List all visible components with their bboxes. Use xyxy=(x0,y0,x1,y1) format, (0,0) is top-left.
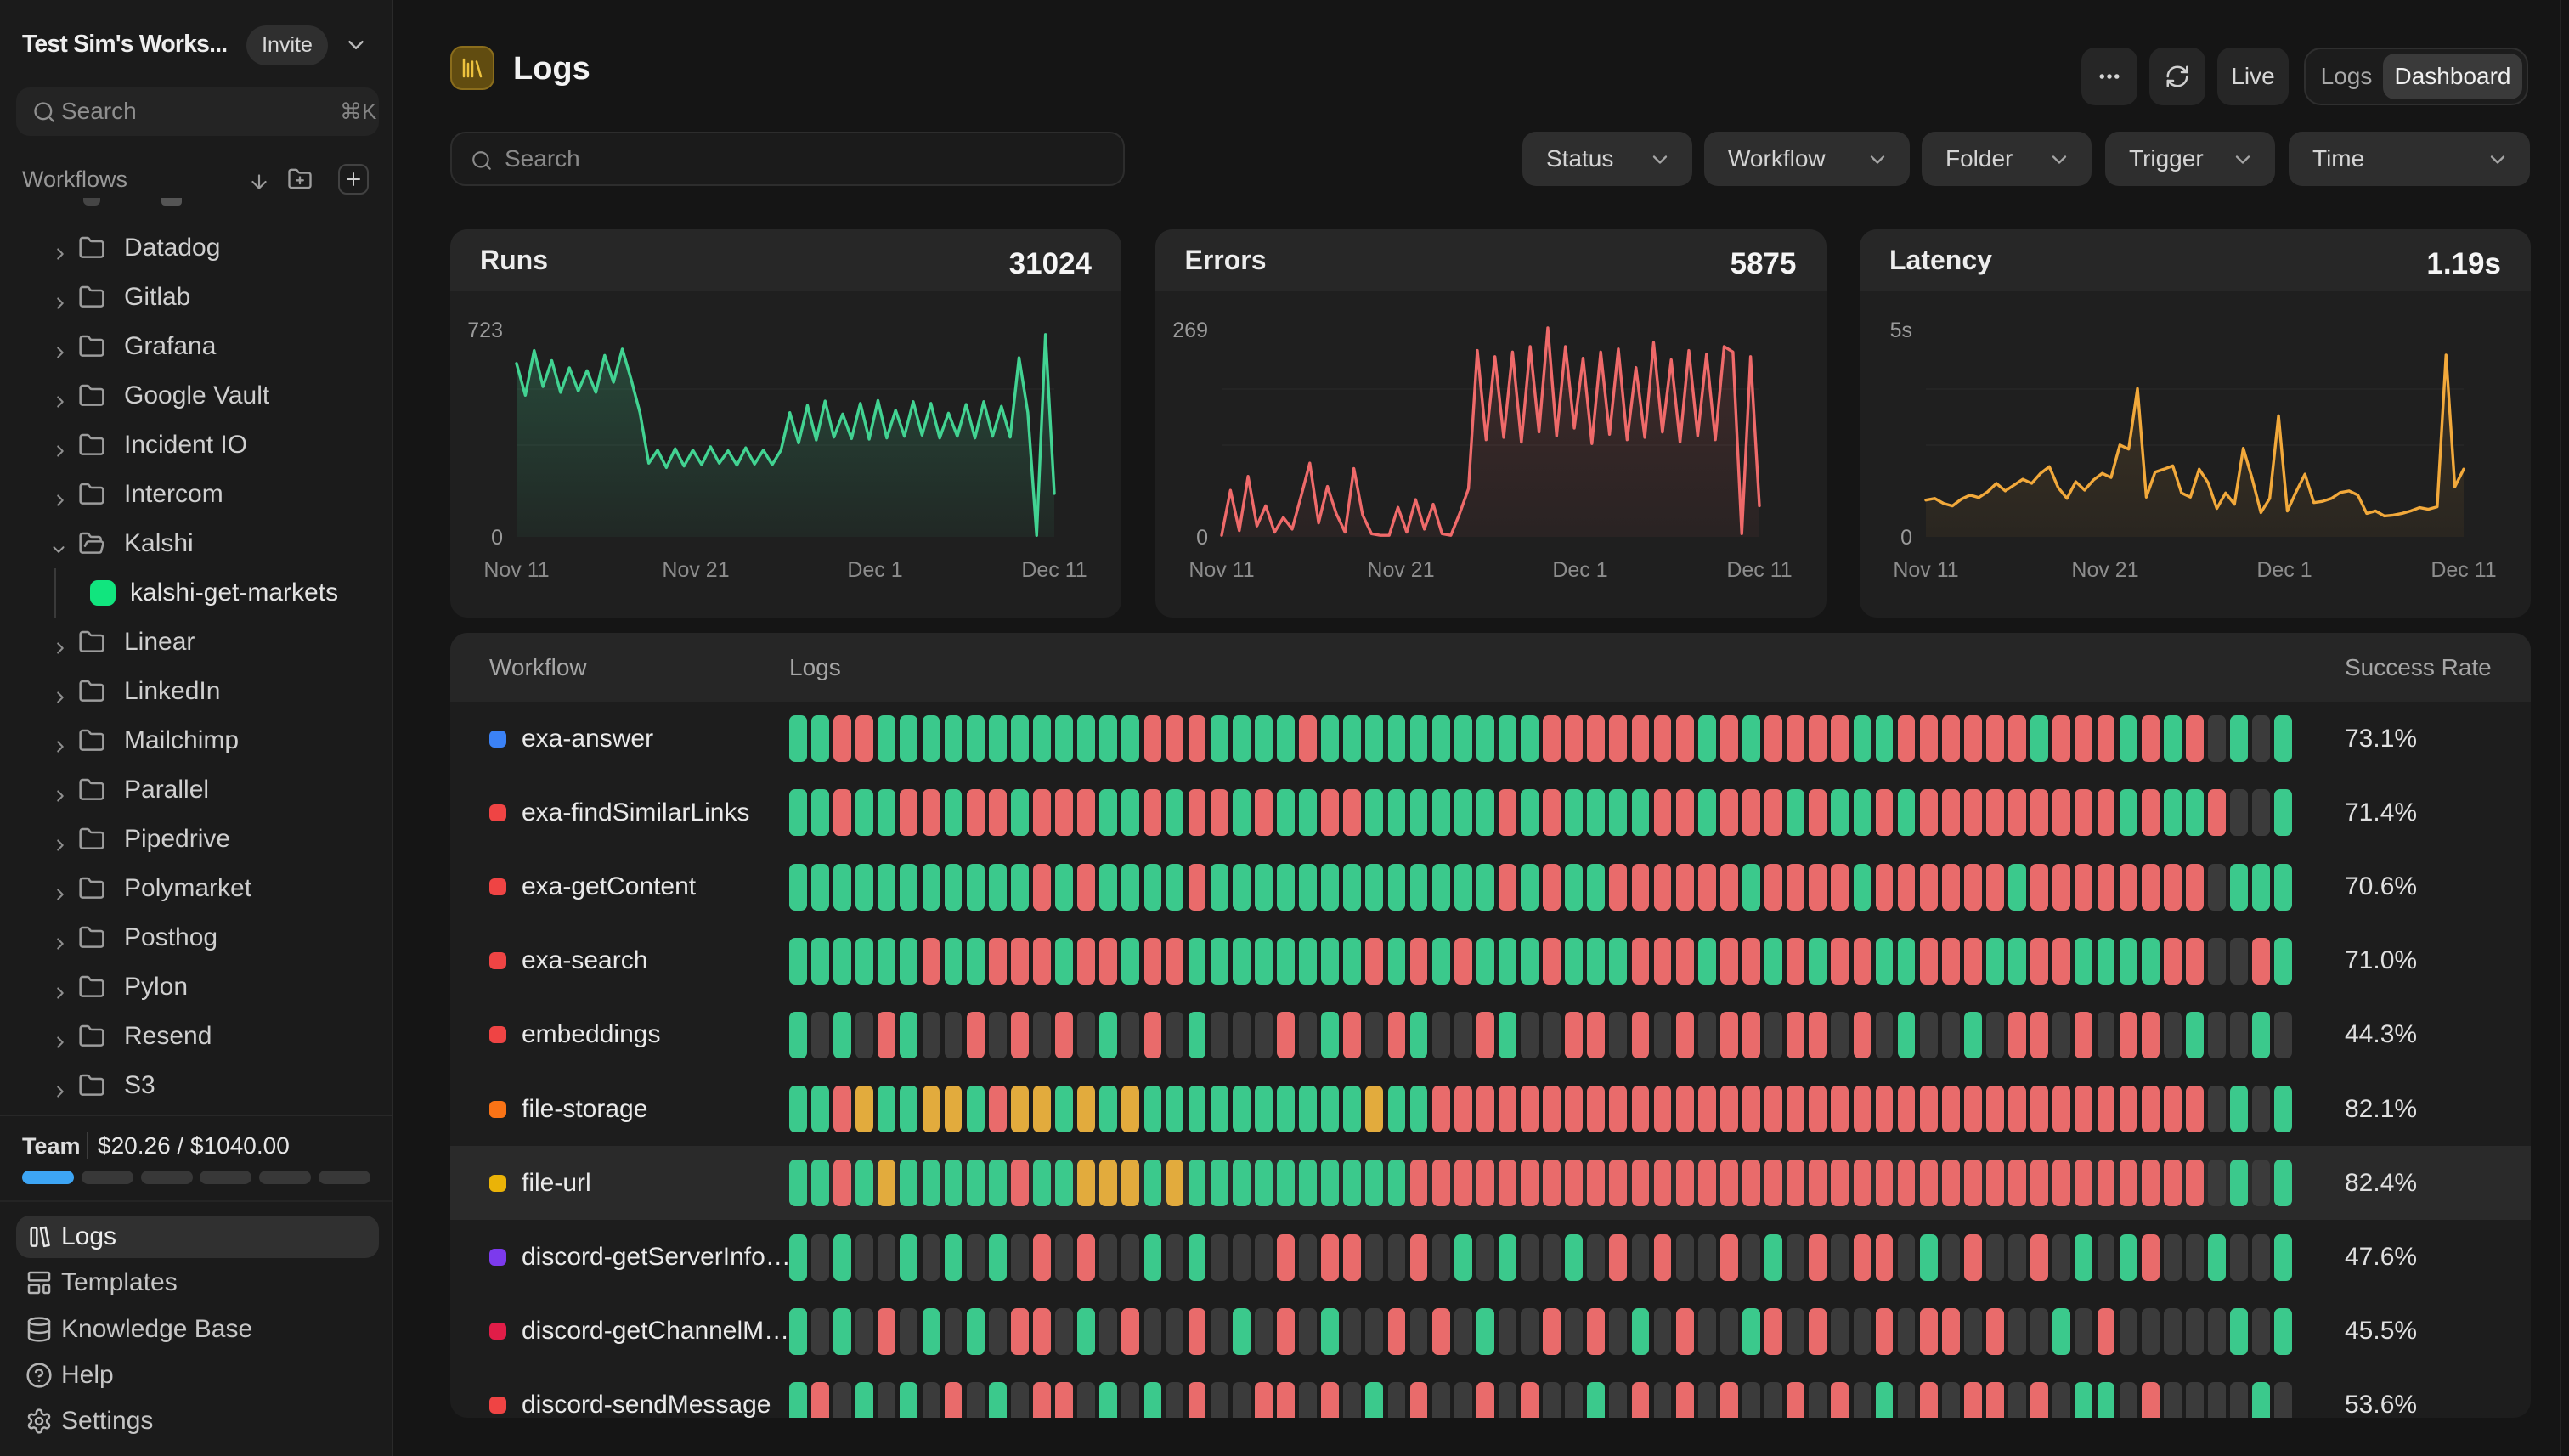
svg-text:5s: 5s xyxy=(1890,319,1912,342)
svg-text:Nov 21: Nov 21 xyxy=(1367,558,1434,582)
svg-text:0: 0 xyxy=(491,526,503,550)
svg-text:Nov 21: Nov 21 xyxy=(2071,558,2138,582)
svg-text:Dec 11: Dec 11 xyxy=(1021,558,1087,582)
svg-text:Dec 1: Dec 1 xyxy=(1552,558,1607,582)
svg-text:0: 0 xyxy=(1196,526,1208,550)
svg-text:Dec 1: Dec 1 xyxy=(2256,558,2312,582)
svg-text:Dec 11: Dec 11 xyxy=(1726,558,1792,582)
svg-text:Nov 11: Nov 11 xyxy=(483,558,549,582)
svg-text:Nov 21: Nov 21 xyxy=(662,558,729,582)
svg-text:269: 269 xyxy=(1172,319,1208,342)
svg-text:0: 0 xyxy=(1900,526,1912,550)
svg-text:Dec 1: Dec 1 xyxy=(847,558,902,582)
svg-text:Nov 11: Nov 11 xyxy=(1893,558,1958,582)
svg-text:Nov 11: Nov 11 xyxy=(1189,558,1254,582)
svg-text:723: 723 xyxy=(467,319,503,342)
svg-text:Dec 11: Dec 11 xyxy=(2431,558,2496,582)
